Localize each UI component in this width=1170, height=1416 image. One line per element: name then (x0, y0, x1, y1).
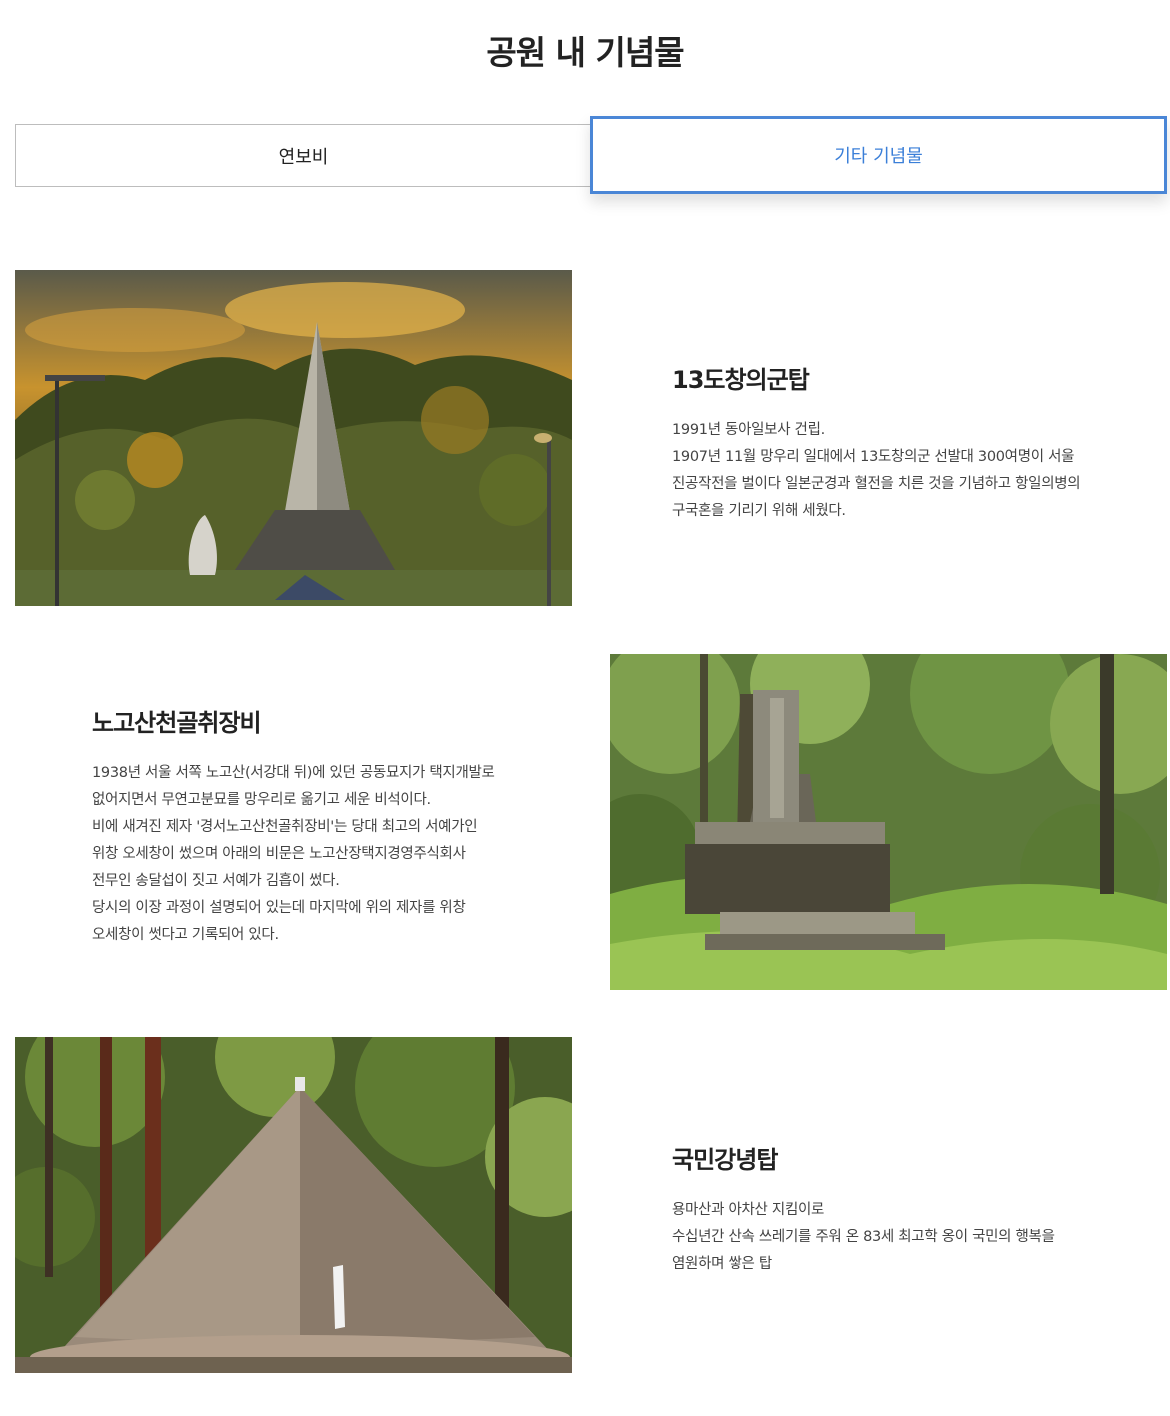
monument-desc-line: 진공작전을 벌이다 일본군경과 혈전을 치른 것을 기념하고 항일의병의 (672, 476, 1081, 492)
tab-yeonbobi[interactable]: 연보비 (15, 124, 592, 187)
monument-title: 13도창의군탑 (672, 366, 810, 394)
monument-info-nogosan-stele: 노고산천골취장비 1938년 서울 서쪽 노고산(서강대 뒤)에 있던 공동묘지… (92, 703, 552, 949)
monument-desc-line: 염원하며 쌓은 탑 (672, 1256, 772, 1272)
monument-title: 노고산천골취장비 (92, 709, 262, 737)
tab-other-monuments[interactable]: 기타 기념물 (590, 116, 1167, 194)
tab-label: 연보비 (278, 146, 329, 168)
monument-desc-line: 1938년 서울 서쪽 노고산(서강대 뒤)에 있던 공동묘지가 택지개발로 (92, 765, 495, 781)
monument-info-uprising-tower: 13도창의군탑 1991년 동아일보사 건립. 1907년 11월 망우리 일대… (672, 360, 1132, 525)
monument-desc-line: 없어지면서 무연고분묘를 망우리로 옮기고 세운 비석이다. (92, 792, 431, 808)
monument-info-national-wellbeing-tower: 국민강녕탑 용마산과 아차산 지킴이로 수십년간 산속 쓰레기를 주워 온 83… (672, 1140, 1132, 1278)
monument-photo-uprising-tower (15, 270, 572, 606)
monument-desc-line: 용마산과 아차산 지킴이로 (672, 1202, 825, 1218)
monument-desc-line: 1991년 동아일보사 건립. (672, 422, 825, 438)
tab-label: 기타 기념물 (834, 146, 923, 167)
monument-desc-line: 오세창이 썻다고 기록되어 있다. (92, 927, 279, 943)
monument-photo-nogosan-stele (610, 654, 1167, 990)
monument-photo-national-wellbeing-tower (15, 1037, 572, 1373)
monument-desc-line: 당시의 이장 과정이 설명되어 있는데 마지막에 위의 제자를 위창 (92, 900, 466, 916)
monument-desc-line: 전무인 송달섭이 짓고 서예가 김흡이 썼다. (92, 873, 340, 889)
monument-desc-line: 1907년 11월 망우리 일대에서 13도창의군 선발대 300여명이 서울 (672, 449, 1075, 465)
monument-desc-line: 위창 오세창이 썼으며 아래의 비문은 노고산장택지경영주식회사 (92, 846, 466, 862)
page-title: 공원 내 기념물 (486, 33, 684, 72)
monument-desc-line: 수십년간 산속 쓰레기를 주워 온 83세 최고학 옹이 국민의 행복을 (672, 1229, 1055, 1245)
monument-desc-line: 구국혼을 기리기 위해 세웠다. (672, 503, 846, 519)
monument-desc-line: 비에 새겨진 제자 '경서노고산천골취장비'는 당대 최고의 서예가인 (92, 819, 478, 835)
monument-title: 국민강녕탑 (672, 1146, 778, 1174)
